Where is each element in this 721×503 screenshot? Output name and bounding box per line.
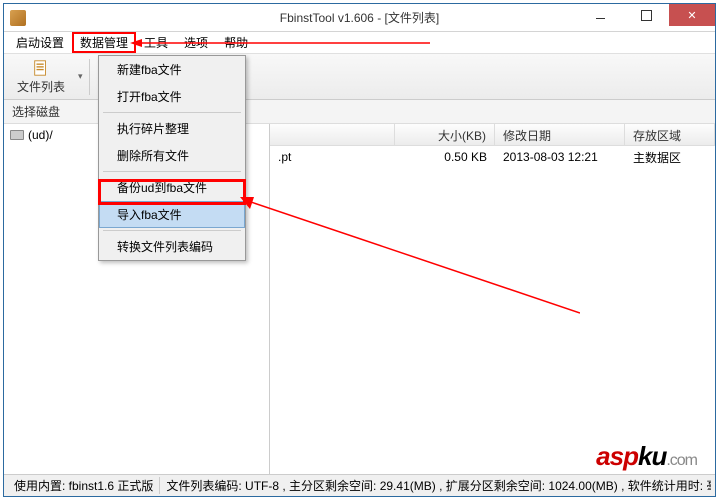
col-area[interactable]: 存放区域: [625, 124, 715, 145]
menu-options[interactable]: 选项: [176, 32, 216, 53]
menu-help[interactable]: 帮助: [216, 32, 256, 53]
titlebar: FbinstTool v1.606 - [文件列表]: [4, 4, 715, 32]
menubar: 启动设置 数据管理 工具 选项 帮助: [4, 32, 715, 54]
dd-separator: [103, 112, 241, 113]
dd-new-fba[interactable]: 新建fba文件: [99, 56, 245, 83]
cell-date: 2013-08-03 12:21: [495, 148, 625, 166]
document-icon: [31, 59, 51, 77]
dd-open-fba[interactable]: 打开fba文件: [99, 83, 245, 110]
col-name[interactable]: [270, 124, 395, 145]
window-controls: [577, 4, 715, 26]
watermark: aspku.com: [596, 441, 697, 472]
tree-root-label: (ud)/: [28, 128, 53, 142]
list-header: 大小(KB) 修改日期 存放区域: [270, 124, 715, 146]
col-date[interactable]: 修改日期: [495, 124, 625, 145]
dd-backup-ud[interactable]: 备份ud到fba文件: [99, 174, 245, 201]
menu-tools[interactable]: 工具: [136, 32, 176, 53]
filelist-label: 文件列表: [17, 78, 65, 95]
minimize-button[interactable]: [577, 4, 623, 26]
cell-area: 主数据区: [625, 147, 715, 168]
list-row[interactable]: .pt 0.50 KB 2013-08-03 12:21 主数据区: [270, 146, 715, 168]
app-icon: [10, 10, 26, 26]
menu-startup[interactable]: 启动设置: [8, 32, 72, 53]
disk-icon: [10, 130, 24, 140]
dd-separator: [103, 230, 241, 231]
filelist-button[interactable]: 文件列表: [10, 56, 72, 98]
close-button[interactable]: [669, 4, 715, 26]
menu-data-manage[interactable]: 数据管理: [72, 32, 136, 53]
window-title: FbinstTool v1.606 - [文件列表]: [280, 9, 439, 26]
dd-convert-encoding[interactable]: 转换文件列表编码: [99, 233, 245, 260]
dropdown-arrow-icon[interactable]: ▾: [78, 71, 83, 82]
list-pane: 大小(KB) 修改日期 存放区域 .pt 0.50 KB 2013-08-03 …: [270, 124, 715, 474]
dd-import-fba[interactable]: 导入fba文件: [99, 201, 245, 228]
maximize-button[interactable]: [623, 4, 669, 26]
cell-name: .pt: [270, 148, 395, 166]
col-size[interactable]: 大小(KB): [395, 124, 495, 145]
status-space: 文件列表编码: UTF-8 , 主分区剩余空间: 29.41(MB) , 扩展分…: [160, 477, 711, 494]
toolbar-separator: [89, 59, 90, 95]
dd-separator: [103, 171, 241, 172]
cell-size: 0.50 KB: [395, 148, 495, 166]
dd-defrag[interactable]: 执行碎片整理: [99, 115, 245, 142]
status-version: 使用内置: fbinst1.6 正式版: [8, 477, 160, 494]
dd-delete-all[interactable]: 删除所有文件: [99, 142, 245, 169]
disk-selector-label: 选择磁盘: [12, 103, 60, 120]
data-manage-dropdown: 新建fba文件 打开fba文件 执行碎片整理 删除所有文件 备份ud到fba文件…: [98, 55, 246, 261]
statusbar: 使用内置: fbinst1.6 正式版 文件列表编码: UTF-8 , 主分区剩…: [4, 474, 715, 496]
